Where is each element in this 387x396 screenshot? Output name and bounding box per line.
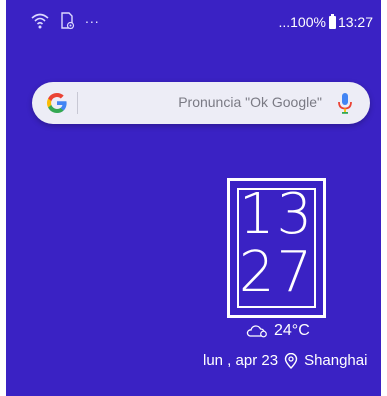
- weather-row[interactable]: 24°C: [246, 322, 310, 340]
- sd-card-icon: [61, 12, 75, 30]
- search-placeholder[interactable]: Pronuncia "Ok Google": [178, 94, 322, 110]
- location-label: Shanghai: [304, 352, 368, 369]
- status-time: 13:27: [337, 14, 373, 30]
- search-divider: [77, 92, 78, 114]
- temperature: 24°C: [274, 322, 310, 339]
- cloud-sun-icon: [246, 325, 267, 338]
- clock-hours: 13: [238, 182, 315, 247]
- clock-minutes: 27: [238, 240, 315, 305]
- status-right-group: ... 100% 13:27: [278, 13, 373, 30]
- battery-icon: [328, 13, 336, 29]
- home-screen: ... ... 100% 13:27 Pronuncia "Ok Google"…: [6, 0, 381, 396]
- wifi-icon: [31, 13, 49, 29]
- google-search-bar[interactable]: Pronuncia "Ok Google": [32, 82, 370, 124]
- status-overflow-left: ...: [85, 10, 100, 26]
- date-location-row[interactable]: lun , apr 23 Shanghai: [203, 352, 367, 369]
- clock-widget[interactable]: 13 27: [227, 178, 326, 318]
- google-g-icon[interactable]: [45, 91, 69, 115]
- status-overflow-right: ...: [278, 14, 291, 30]
- battery-percent: 100%: [290, 14, 326, 30]
- date-label: lun , apr 23: [203, 352, 279, 369]
- microphone-icon[interactable]: [334, 91, 356, 115]
- location-pin-icon: [284, 352, 298, 369]
- status-left-group: ...: [31, 10, 100, 30]
- status-bar[interactable]: ... ... 100% 13:27: [6, 0, 381, 40]
